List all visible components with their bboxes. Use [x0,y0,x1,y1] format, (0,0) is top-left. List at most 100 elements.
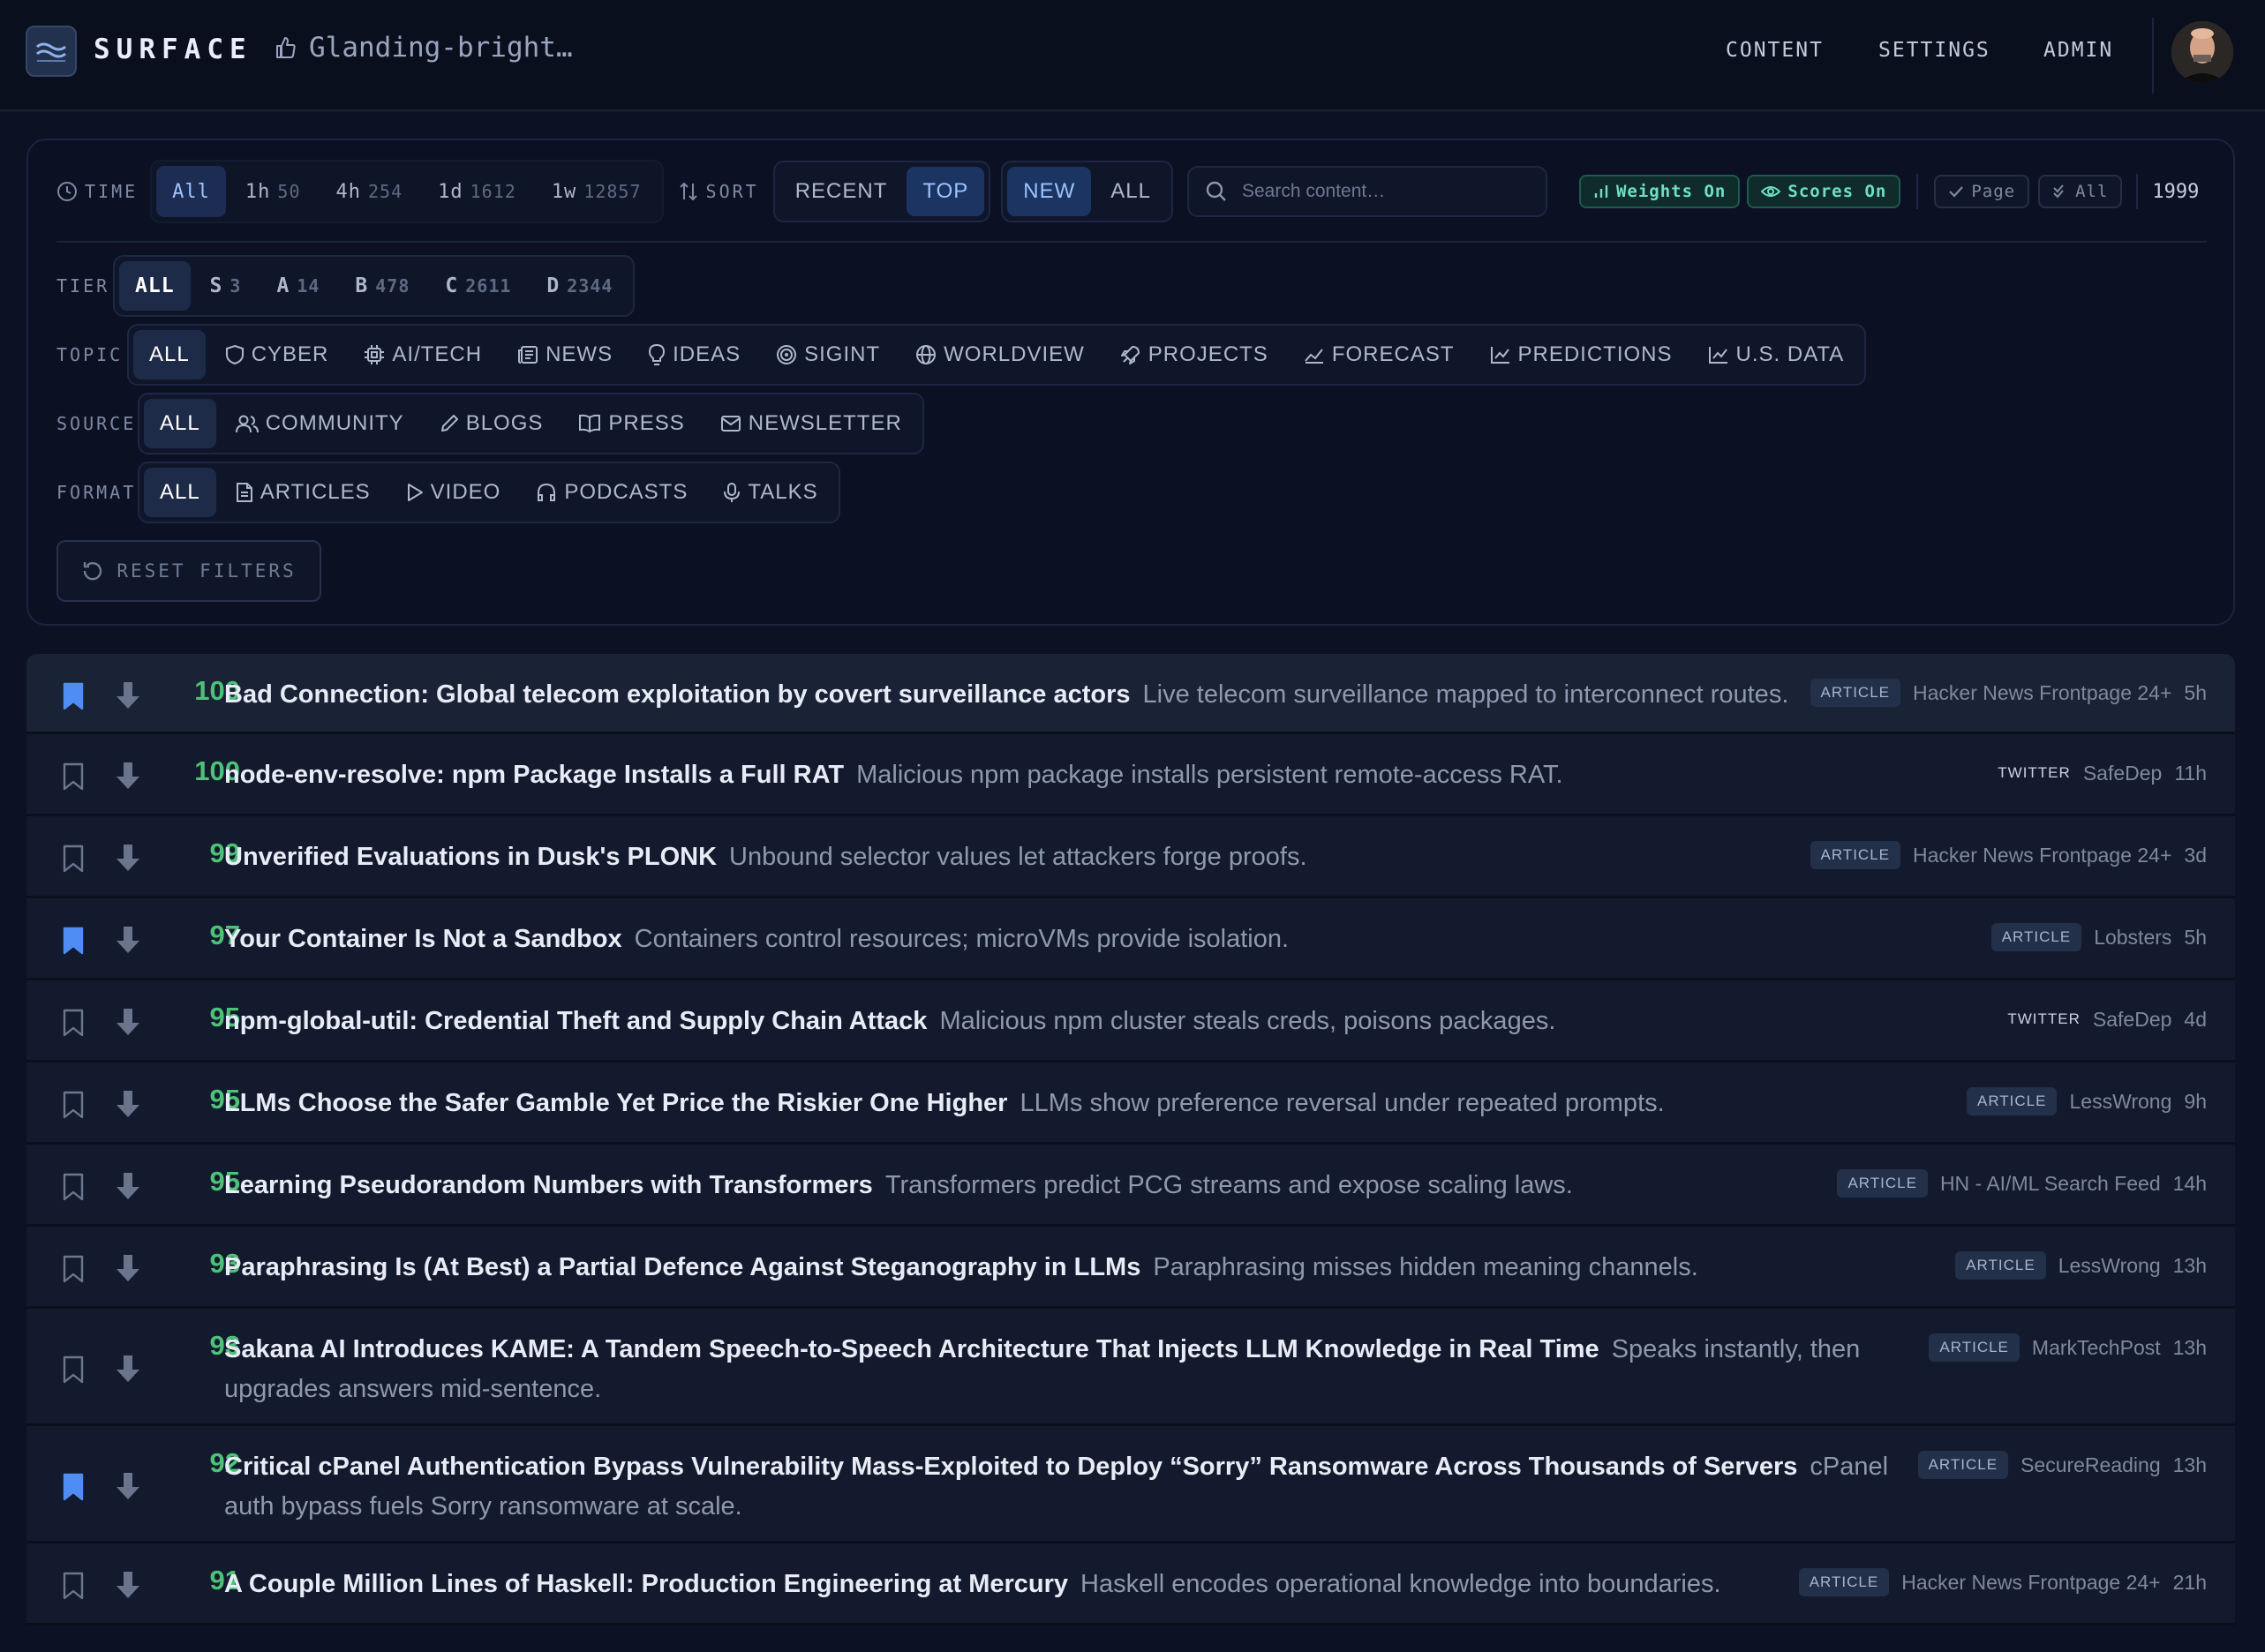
bookmark-icon[interactable] [62,927,85,955]
topic-ideas[interactable]: IDEAS [632,330,756,379]
downvote-icon[interactable] [115,680,141,710]
tier-d[interactable]: D 2344 [531,261,628,311]
item-title[interactable]: Bad Connection: Global telecom exploitat… [224,680,1131,709]
source-press[interactable]: PRESS [562,399,700,448]
source-link[interactable]: SafeDep [2093,1008,2172,1032]
scope-new[interactable]: NEW [1007,167,1092,216]
bookmark-icon[interactable] [62,1572,85,1600]
bookmark-icon[interactable] [62,762,85,791]
item-title[interactable]: Sakana AI Introduces KAME: A Tandem Spee… [224,1335,1599,1363]
source-community[interactable]: COMMUNITY [220,399,420,448]
nav-content[interactable]: CONTENT [1726,39,1824,62]
nav-settings[interactable]: SETTINGS [1878,39,1990,62]
content-row[interactable]: 95 npm-global-util: Credential Theft and … [26,980,2235,1063]
item-title[interactable]: Unverified Evaluations in Dusk's PLONK [224,843,717,871]
topic-news[interactable]: NEWS [501,330,628,379]
topic-us-data[interactable]: U.S. DATA [1692,330,1861,379]
page-toggle[interactable]: Page [1934,175,2030,208]
downvote-icon[interactable] [115,1471,141,1501]
item-title[interactable]: node-env-resolve: npm Package Installs a… [224,761,844,789]
downvote-icon[interactable] [115,1089,141,1119]
sort-recent[interactable]: RECENT [779,167,904,216]
content-row[interactable]: 95 LLMs Choose the Safer Gamble Yet Price… [26,1063,2235,1145]
content-row[interactable]: 99 Unverified Evaluations in Dusk's PLONK… [26,816,2235,898]
content-row[interactable]: 95 Learning Pseudorandom Numbers with Tra… [26,1145,2235,1227]
content-row[interactable]: 97 Your Container Is Not a Sandbox Contain… [26,898,2235,980]
scores-toggle[interactable]: Scores On [1747,175,1901,208]
bookmark-icon[interactable] [62,1473,85,1501]
search-input[interactable]: Search content… [1186,166,1547,217]
topic-predictions[interactable]: PREDICTIONS [1474,330,1689,379]
all-toggle[interactable]: All [2038,175,2123,208]
tier-a[interactable]: A 14 [260,261,335,311]
item-title[interactable]: A Couple Million Lines of Haskell: Produ… [224,1570,1068,1598]
tier-all[interactable]: ALL [119,261,191,311]
source-link[interactable]: LessWrong [2069,1090,2171,1114]
bookmark-icon[interactable] [62,1255,85,1283]
source-link[interactable]: LessWrong [2058,1254,2161,1278]
bookmark-icon[interactable] [62,845,85,873]
content-row[interactable]: 91 A Couple Million Lines of Haskell: Pro… [26,1543,2235,1626]
bookmark-icon[interactable] [62,1091,85,1119]
brand-name[interactable]: SURFACE [94,34,252,65]
format-video[interactable]: VIDEO [390,468,517,517]
source-link[interactable]: SafeDep [2083,762,2163,785]
downvote-icon[interactable] [115,1354,141,1384]
item-title[interactable]: npm-global-util: Credential Theft and Su… [224,1007,927,1035]
content-row[interactable]: 93 Sakana AI Introduces KAME: A Tandem Sp… [26,1309,2235,1426]
tier-c[interactable]: C 2611 [429,261,527,311]
topic-sigint[interactable]: SIGINT [760,330,896,379]
bookmark-icon[interactable] [62,682,85,710]
item-title[interactable]: Learning Pseudorandom Numbers with Trans… [224,1171,873,1199]
downvote-icon[interactable] [115,925,141,955]
format-talks[interactable]: TALKS [707,468,833,517]
time-1d[interactable]: 1d 1612 [422,166,532,217]
logo-icon[interactable] [26,26,77,77]
reset-filters-button[interactable]: RESET FILTERS [56,540,321,602]
avatar[interactable] [2171,21,2233,83]
item-title[interactable]: LLMs Choose the Safer Gamble Yet Price t… [224,1089,1007,1117]
downvote-icon[interactable] [115,1570,141,1600]
content-row[interactable]: 100 Bad Connection: Global telecom exploi… [26,654,2235,734]
topic-forecast[interactable]: FORECAST [1288,330,1471,379]
bookmark-icon[interactable] [62,1355,85,1384]
nav-admin[interactable]: ADMIN [2043,39,2113,62]
sort-top[interactable]: TOP [907,167,985,216]
source-link[interactable]: HN - AI/ML Search Feed [1940,1172,2161,1196]
item-title[interactable]: Critical cPanel Authentication Bypass Vu… [224,1453,1797,1481]
format-all[interactable]: ALL [144,468,216,517]
tier-b[interactable]: B 478 [339,261,425,311]
source-newsletter[interactable]: NEWSLETTER [704,399,918,448]
bookmark-icon[interactable] [62,1009,85,1037]
time-all[interactable]: All [156,166,226,217]
downvote-icon[interactable] [115,843,141,873]
time-1w[interactable]: 1w 12857 [536,166,658,217]
content-row[interactable]: 92 Critical cPanel Authentication Bypass … [26,1426,2235,1543]
source-all[interactable]: ALL [144,399,216,448]
downvote-icon[interactable] [115,1007,141,1037]
downvote-icon[interactable] [115,1253,141,1283]
breadcrumb[interactable]: Glanding-bright… [275,32,573,64]
topic-all[interactable]: ALL [133,330,206,379]
source-link[interactable]: Hacker News Frontpage 24+ [1901,1571,2160,1595]
item-title[interactable]: Your Container Is Not a Sandbox [224,925,622,953]
scope-all[interactable]: ALL [1095,167,1167,216]
bookmark-icon[interactable] [62,1173,85,1201]
weights-toggle[interactable]: Weights On [1578,175,1741,208]
content-row[interactable]: 100 node-env-resolve: npm Package Install… [26,734,2235,816]
content-row[interactable]: 93 Paraphrasing Is (At Best) a Partial De… [26,1227,2235,1309]
topic-ai-tech[interactable]: AI/TECH [348,330,498,379]
time-4h[interactable]: 4h 254 [320,166,419,217]
topic-projects[interactable]: PROJECTS [1104,330,1284,379]
topic-cyber[interactable]: CYBER [209,330,345,379]
format-articles[interactable]: ARTICLES [220,468,387,517]
format-podcasts[interactable]: PODCASTS [520,468,704,517]
downvote-icon[interactable] [115,761,141,791]
source-link[interactable]: MarkTechPost [2032,1336,2161,1360]
source-link[interactable]: Lobsters [2094,926,2171,950]
item-title[interactable]: Paraphrasing Is (At Best) a Partial Defe… [224,1253,1140,1281]
downvote-icon[interactable] [115,1171,141,1201]
time-1h[interactable]: 1h 50 [230,166,317,217]
source-link[interactable]: SecureReading [2020,1453,2161,1477]
source-link[interactable]: Hacker News Frontpage 24+ [1913,681,2171,705]
